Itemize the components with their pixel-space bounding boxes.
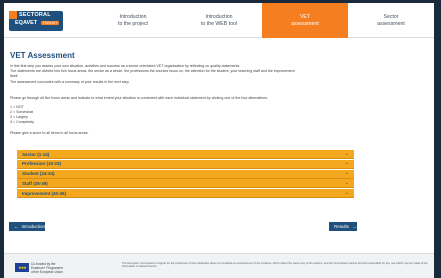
nav-sector-assessment[interactable]: Sector assessment bbox=[348, 3, 434, 38]
chevron-down-icon: ⌄ bbox=[344, 179, 349, 186]
focus-area-profession[interactable]: Profession (15-23) ⌄ bbox=[17, 159, 354, 169]
intro-text-2: The statements are divided into five foc… bbox=[10, 69, 295, 73]
chevron-down-icon: ⌄ bbox=[344, 160, 349, 167]
nav-label-line-1: VET bbox=[299, 13, 311, 20]
focus-area-sector[interactable]: Sector (1-14) ⌄ bbox=[17, 150, 354, 159]
focus-area-student[interactable]: Student (24-34) ⌄ bbox=[17, 169, 354, 179]
nav-intro-web-tool[interactable]: Introduction to the WEB tool bbox=[176, 3, 262, 38]
scale-item-1: 1 = NOT bbox=[10, 105, 24, 109]
logo-line-1: SECTORAL bbox=[19, 12, 51, 18]
intro-text-4: The assessment concludes with a summary … bbox=[10, 80, 130, 84]
chevron-down-icon: ⌄ bbox=[344, 170, 349, 177]
nav-intro-project[interactable]: Introduction to the project bbox=[90, 3, 176, 38]
nav-label-line-2: assessment bbox=[377, 20, 405, 27]
nav-label-line-2: to the project bbox=[118, 20, 148, 27]
focus-area-improvement[interactable]: Improvement (40-45) ⌄ bbox=[17, 189, 354, 199]
nav-label-line-1: Introduction bbox=[119, 13, 147, 20]
introduction-button-label: Introduction bbox=[21, 224, 46, 229]
score-prompt: Please give a score to all items in all … bbox=[10, 131, 89, 135]
focus-area-accordion: Sector (1-14) ⌄ Profession (15-23) ⌄ Stu… bbox=[17, 150, 354, 199]
instructions-text: Please go through all five focus areas a… bbox=[10, 96, 268, 100]
main-nav: Introduction to the project Introduction… bbox=[90, 3, 434, 38]
page: SECTORAL EQAVET TOOLKIT Introduction to … bbox=[4, 3, 434, 278]
scale-item-2: 2 = Somewhat bbox=[10, 110, 34, 114]
intro-text-3: itself. bbox=[10, 74, 19, 78]
nav-label-line-1: Introduction bbox=[205, 13, 233, 20]
sectoral-eqavet-logo[interactable]: SECTORAL EQAVET TOOLKIT bbox=[9, 11, 63, 31]
focus-area-label: Staff (35-39) bbox=[22, 180, 48, 186]
focus-area-label: Improvement (40-45) bbox=[22, 190, 67, 196]
logo-badge: TOOLKIT bbox=[41, 21, 59, 25]
disclaimer-text: The European Commission's support for th… bbox=[122, 262, 428, 269]
header: SECTORAL EQAVET TOOLKIT Introduction to … bbox=[4, 3, 434, 38]
logo-line-2: EQAVET bbox=[15, 20, 38, 26]
focus-area-label: Student (24-34) bbox=[22, 171, 55, 177]
arrow-left-icon: ← bbox=[14, 224, 19, 229]
scale-item-4: 4 = Completely bbox=[10, 120, 35, 124]
results-button-label: Results bbox=[334, 224, 350, 229]
eu-flag-icon: ★★★ bbox=[15, 263, 29, 272]
footer: ★★★ Co-funded by the Erasmus+ Programme … bbox=[4, 253, 434, 278]
scale-item-3: 3 = Largely bbox=[10, 115, 28, 119]
focus-area-staff[interactable]: Staff (35-39) ⌄ bbox=[17, 179, 354, 189]
focus-area-label: Profession (15-23) bbox=[22, 161, 62, 167]
introduction-button[interactable]: ← Introduction bbox=[9, 222, 45, 231]
focus-area-label: Sector (1-14) bbox=[22, 151, 50, 157]
page-title: VET Assessment bbox=[10, 51, 75, 60]
nav-label-line-1: Sector bbox=[383, 13, 399, 20]
nav-label-line-2: to the WEB tool bbox=[200, 20, 238, 27]
arrow-right-icon: → bbox=[352, 224, 357, 229]
results-button[interactable]: Results → bbox=[329, 222, 357, 231]
intro-text-1: In this first step you assess your own s… bbox=[10, 64, 241, 68]
chevron-down-icon: ⌄ bbox=[344, 150, 349, 157]
chevron-down-icon: ⌄ bbox=[344, 189, 349, 196]
logo-flag-icon bbox=[9, 11, 17, 19]
erasmus-cofunding-text: Co-funded by the Erasmus+ Programme of t… bbox=[31, 262, 63, 274]
nav-label-line-2: assessment bbox=[291, 20, 319, 27]
nav-vet-assessment[interactable]: VET assessment bbox=[262, 3, 348, 38]
